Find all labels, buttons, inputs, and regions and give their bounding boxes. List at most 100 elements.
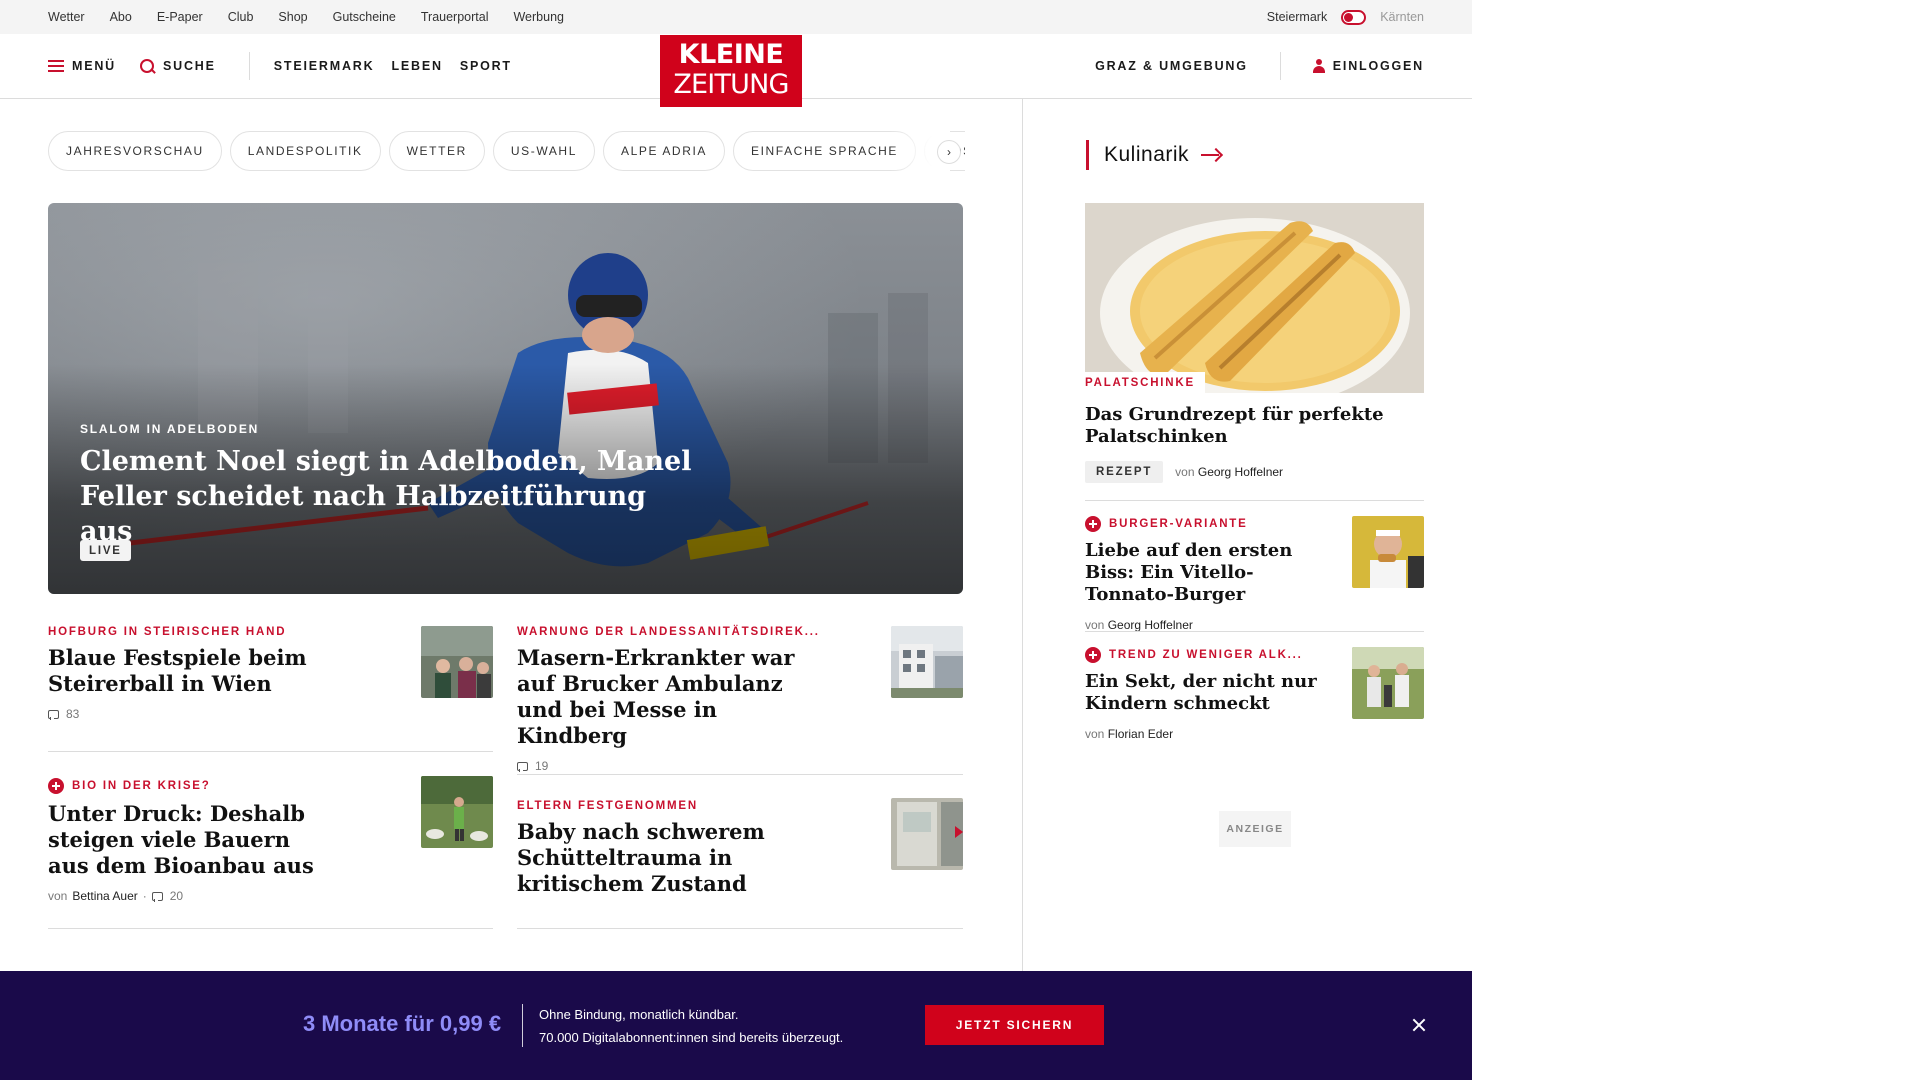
byline-prefix: von — [48, 889, 68, 903]
kicker-text: BIO IN DER KRISE? — [72, 780, 211, 792]
utility-link-club[interactable]: Club — [228, 10, 254, 24]
chip-us-wahl[interactable]: US-WAHL — [492, 131, 595, 171]
author-name[interactable]: Florian Eder — [1108, 727, 1173, 741]
kicker-text: ELTERN FESTGENOMMEN — [517, 800, 698, 812]
kicker-text: BURGER-VARIANTE — [1109, 518, 1248, 530]
divider — [48, 928, 493, 929]
comment-icon — [151, 891, 163, 902]
column-divider — [1022, 99, 1023, 971]
nav-leben[interactable]: LEBEN — [391, 59, 442, 73]
chip-landespolitik[interactable]: LANDESPOLITIK — [229, 131, 381, 171]
site-logo[interactable]: KLEINE ZEITUNG — [660, 35, 802, 107]
promo-price: 3 Monate für 0,99 € — [303, 1011, 502, 1036]
promo-line1: Ohne Bindung, monatlich kündbar. — [539, 1007, 739, 1022]
page: Wetter Abo E-Paper Club Shop Gutscheine … — [0, 0, 1472, 1080]
login-label: EINLOGGEN — [1332, 59, 1424, 73]
divider — [1085, 500, 1424, 501]
menu-button[interactable]: MENÜ — [48, 59, 116, 73]
sidebar-thumbnail-burger[interactable] — [1352, 516, 1424, 588]
region-kaernten[interactable]: Kärnten — [1380, 10, 1424, 24]
search-button[interactable]: SUCHE — [140, 58, 216, 74]
login-button[interactable]: EINLOGGEN — [1312, 59, 1424, 73]
utility-link-werbung[interactable]: Werbung — [513, 10, 564, 24]
logo-line2: ZEITUNG — [673, 69, 789, 100]
meta-separator: · — [142, 889, 147, 903]
article-meta: 19 — [517, 759, 827, 773]
utility-link-abo[interactable]: Abo — [110, 10, 132, 24]
feature-tag: PALATSCHINKE — [1085, 372, 1205, 393]
comment-count[interactable]: 83 — [66, 707, 79, 721]
user-icon — [1312, 59, 1325, 73]
feature-title[interactable]: Das Grundrezept für perfekte Palatschink… — [1085, 404, 1385, 448]
menu-label: MENÜ — [72, 59, 117, 73]
region-toggle[interactable] — [1341, 9, 1367, 25]
comment-count[interactable]: 20 — [170, 889, 183, 903]
chip-wetter[interactable]: WETTER — [388, 131, 485, 171]
comment-icon — [48, 709, 59, 720]
utility-link-gutscheine[interactable]: Gutscheine — [333, 10, 396, 24]
utility-link-shop[interactable]: Shop — [278, 10, 307, 24]
section-title: Kulinarik — [1104, 143, 1190, 166]
nav-steiermark[interactable]: STEIERMARK — [274, 59, 375, 73]
article-thumbnail-steirerball[interactable] — [421, 626, 493, 698]
comment-count[interactable]: 19 — [535, 759, 548, 773]
article-meta: von Georg Hoffelner — [1085, 618, 1424, 632]
chevron-right-icon[interactable]: › — [937, 140, 961, 164]
author-name[interactable]: Georg Hoffelner — [1198, 465, 1283, 479]
thumb-image — [1352, 647, 1424, 719]
hero-article[interactable]: SLALOM IN ADELBODEN Clement Noel siegt i… — [48, 203, 963, 594]
utility-link-wetter[interactable]: Wetter — [48, 10, 85, 24]
article-kicker: HOFBURG IN STEIRISCHER HAND — [48, 626, 308, 638]
chip-einfache-sprache[interactable]: EINFACHE SPRACHE — [733, 131, 916, 171]
article-thumbnail-bioanbau[interactable] — [421, 776, 493, 848]
article-steirerball[interactable]: HOFBURG IN STEIRISCHER HAND Blaue Festsp… — [48, 626, 308, 721]
promo-text: Ohne Bindung, monatlich kündbar. 70.000 … — [539, 1003, 843, 1049]
search-icon — [140, 58, 155, 74]
article-title[interactable]: Liebe auf den ersten Biss: Ein Vitello-T… — [1085, 540, 1335, 606]
main-header: MENÜ SUCHE STEIERMARK LEBEN SPORT KLEINE… — [0, 34, 1472, 107]
article-schuetteltrauma[interactable]: ELTERN FESTGENOMMEN Baby nach schwerem S… — [517, 800, 827, 897]
article-masern[interactable]: WARNUNG DER LANDESSANITÄTSDIREK... Maser… — [517, 626, 827, 773]
nav-divider-right — [1279, 52, 1281, 80]
article-title[interactable]: Baby nach schwerem Schütteltrauma in kri… — [517, 819, 777, 897]
divider — [1085, 631, 1424, 632]
section-kulinarik[interactable]: Kulinarik — [1086, 140, 1221, 170]
region-steiermark[interactable]: Steiermark — [1267, 10, 1327, 24]
chip-jahresvorschau[interactable]: JAHRESVORSCHAU — [48, 131, 222, 171]
article-thumbnail-schuetteltrauma[interactable] — [891, 798, 963, 870]
topic-chips: JAHRESVORSCHAU LANDESPOLITIK WETTER US-W… — [48, 131, 965, 171]
divider — [48, 751, 493, 752]
utility-bar: Wetter Abo E-Paper Club Shop Gutscheine … — [0, 0, 1472, 34]
chip-alpe-adria[interactable]: ALPE ADRIA — [602, 131, 725, 171]
utility-link-epaper[interactable]: E-Paper — [157, 10, 203, 24]
hero-title[interactable]: Clement Noel siegt in Adelboden, Manel F… — [80, 444, 700, 549]
kicker-text: WARNUNG DER LANDESSANITÄTSDIREK... — [517, 626, 820, 638]
article-bioanbau[interactable]: BIO IN DER KRISE? Unter Druck: Deshalb s… — [48, 778, 318, 903]
article-title[interactable]: Ein Sekt, der nicht nur Kindern schmeckt — [1085, 671, 1335, 715]
author-name[interactable]: Georg Hoffelner — [1108, 618, 1193, 632]
byline-prefix: von — [1085, 618, 1105, 632]
article-thumbnail-masern[interactable] — [891, 626, 963, 698]
nav-graz-umgebung[interactable]: GRAZ & UMGEBUNG — [1095, 59, 1248, 73]
sidebar-thumbnail-sekt[interactable] — [1352, 647, 1424, 719]
feature-image-palatschinken[interactable] — [1085, 203, 1424, 393]
nav-sport[interactable]: SPORT — [460, 59, 512, 73]
article-meta: von Florian Eder — [1085, 727, 1424, 741]
plus-icon — [48, 778, 64, 794]
feature-meta: REZEPT von Georg Hoffelner — [1085, 461, 1283, 483]
author-name[interactable]: Bettina Auer — [72, 889, 137, 903]
article-title[interactable]: Masern-Erkrankter war auf Brucker Ambula… — [517, 645, 807, 749]
live-badge: LIVE — [80, 540, 131, 561]
nav-divider — [248, 52, 250, 80]
palatschinken-image — [1085, 203, 1424, 393]
article-title[interactable]: Blaue Festspiele beim Steirerball in Wie… — [48, 645, 308, 697]
article-title[interactable]: Unter Druck: Deshalb steigen viele Bauer… — [48, 801, 318, 879]
ad-label: ANZEIGE — [1219, 811, 1291, 847]
close-icon[interactable] — [1409, 1015, 1429, 1035]
nav-left: MENÜ SUCHE STEIERMARK LEBEN SPORT — [48, 34, 512, 98]
utility-link-trauerportal[interactable]: Trauerportal — [421, 10, 489, 24]
rezept-badge: REZEPT — [1085, 461, 1164, 483]
logo-line1: KLEINE — [678, 39, 784, 70]
page-margin — [1472, 0, 1920, 1080]
subscribe-button[interactable]: JETZT SICHERN — [925, 1005, 1104, 1045]
